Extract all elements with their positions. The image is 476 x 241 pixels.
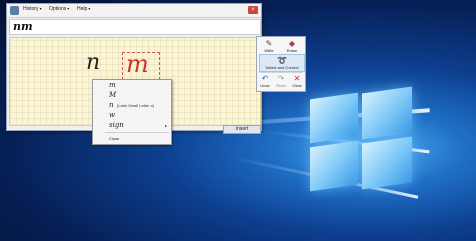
menu-bar: History▾ Options▾ Help▾ × [7, 4, 261, 18]
suggestion-glyph: n [109, 101, 114, 109]
divider [259, 72, 303, 73]
close-label: Close [109, 136, 120, 141]
close-icon: × [251, 7, 255, 13]
undo-icon: ↶ [261, 74, 269, 83]
close-menu-item[interactable]: Close [93, 134, 171, 143]
suggestion-glyph: M [109, 91, 117, 99]
menu-help[interactable]: Help▾ [77, 6, 90, 12]
lasso-icon: ➰ [277, 56, 287, 65]
chevron-down-icon: ▾ [39, 6, 42, 11]
context-menu-submenu-item[interactable]: sign ▸ [93, 121, 171, 130]
context-menu-item[interactable]: m [93, 81, 171, 90]
recognized-preview: nm [9, 19, 261, 35]
clear-label: Clear [292, 83, 302, 88]
recognized-text: nm [13, 20, 33, 33]
close-button[interactable]: × [248, 6, 258, 14]
context-menu-item[interactable]: w [93, 111, 171, 120]
redo-button[interactable]: ↷ Redo [274, 74, 288, 88]
write-label: Write [264, 48, 274, 53]
divider [105, 132, 169, 133]
eraser-icon: ◆ [288, 39, 296, 48]
ink-selection-box[interactable]: m [122, 51, 160, 80]
context-menu-item[interactable]: M [93, 91, 171, 100]
correction-context-menu: m M n (Latin Small Letter n) w sign ▸ Cl… [92, 79, 172, 145]
suggestion-glyph: w [109, 111, 115, 119]
suggestion-glyph: m [109, 81, 116, 89]
redo-label: Redo [276, 83, 286, 88]
context-menu-item[interactable]: n (Latin Small Letter n) [93, 101, 171, 110]
select-correct-label: Select and Correct [265, 65, 299, 70]
suggestion-description: (Latin Small Letter n) [117, 103, 155, 108]
suggestion-glyph: sign [109, 121, 124, 129]
clear-icon: ✕ [293, 74, 301, 83]
undo-button[interactable]: ↶ Undo [258, 74, 272, 88]
menu-options[interactable]: Options▾ [49, 6, 69, 12]
clear-button[interactable]: ✕ Clear [290, 74, 304, 88]
erase-label: Erase [286, 48, 298, 53]
chevron-down-icon: ▾ [67, 6, 70, 11]
erase-button[interactable]: ◆ Erase [282, 39, 302, 53]
ink-stroke-n[interactable]: n [86, 52, 100, 74]
write-button[interactable]: ✎ Write [259, 39, 279, 53]
pen-icon: ✎ [265, 39, 273, 48]
insert-button[interactable]: Insert [223, 125, 261, 134]
undo-label: Undo [260, 83, 270, 88]
select-correct-button[interactable]: ➰ Select and Correct [259, 54, 305, 72]
menu-history[interactable]: History▾ [23, 6, 42, 12]
tool-panel: ✎ Write ◆ Erase ➰ Select and Correct ↶ U… [256, 36, 306, 92]
app-icon [10, 6, 19, 15]
chevron-down-icon: ▾ [88, 6, 91, 11]
desktop: History▾ Options▾ Help▾ × nm n m Insert … [0, 0, 476, 241]
chevron-right-icon: ▸ [164, 123, 167, 128]
windows-logo [292, 86, 412, 198]
redo-icon: ↷ [277, 74, 285, 83]
ink-stroke-m[interactable]: m [126, 51, 149, 77]
